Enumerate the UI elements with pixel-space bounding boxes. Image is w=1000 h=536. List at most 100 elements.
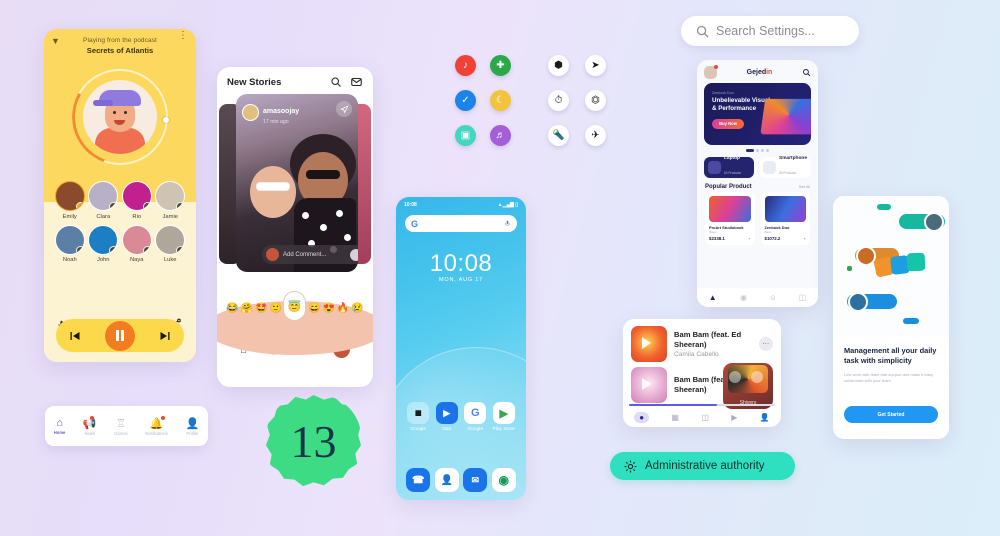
shop-app-card[interactable]: Gejedin Zenbook Duo Unbelievable Visual … (697, 60, 818, 307)
nav-item-news[interactable]: 📢 News (83, 415, 97, 436)
category-smartphone[interactable]: Smartphone 24 Products (759, 156, 811, 178)
music-player-card[interactable]: Bam Bam (feat. Ed Sheeran) Camila Cabell… (623, 319, 781, 427)
progress-knob[interactable] (163, 117, 169, 123)
play-icon[interactable] (642, 337, 651, 349)
story-carousel[interactable]: amasoojay 17 min ago Add Comment... (219, 94, 371, 279)
reaction-item[interactable]: 😄 (308, 303, 320, 314)
participant-item[interactable]: Naya (121, 224, 153, 263)
flashlight-icon[interactable]: 🔦 (548, 125, 569, 146)
grid-icon[interactable]: ▦ (671, 413, 679, 422)
reaction-item[interactable]: 🤩 (255, 303, 267, 314)
track-artist: Camila Cabello (674, 351, 719, 359)
next-icon[interactable] (751, 371, 763, 383)
next-icon[interactable] (158, 330, 172, 342)
reaction-selected[interactable]: 😇 (283, 291, 306, 321)
play-icon[interactable]: ▶ (731, 413, 737, 422)
pause-icon[interactable] (729, 371, 741, 383)
search-icon[interactable] (802, 68, 811, 77)
reaction-item[interactable]: 🙂 (270, 303, 282, 314)
camera-icon[interactable] (350, 248, 358, 261)
pause-icon[interactable] (104, 320, 135, 351)
dock-item[interactable]: ◉ (490, 468, 519, 492)
podcast-progress-ring[interactable] (72, 69, 169, 165)
podcast-player-card[interactable]: ▼ ⋮ Playing from the podcast Secrets of … (44, 29, 196, 362)
participant-item[interactable]: Jamie (155, 181, 187, 220)
nav-item-profile[interactable]: 👤 Profile (185, 417, 199, 436)
mail-icon[interactable] (350, 76, 363, 88)
chevron-down-icon[interactable]: ▼ (51, 36, 60, 46)
participant-item[interactable]: Noah (54, 224, 86, 263)
nav-item-games[interactable]: ♖ Games (114, 417, 128, 436)
dock-item[interactable]: 👤 (433, 468, 462, 492)
wallet-icon[interactable]: ◫ (799, 293, 807, 302)
task-onboarding-card[interactable]: Management all your daily task with simp… (833, 196, 949, 439)
play-icon[interactable] (642, 378, 651, 390)
home-icon[interactable]: ● (634, 412, 650, 423)
location-icon[interactable]: ➤ (585, 55, 606, 76)
android-home-screen[interactable]: 10:08 ▲▁▄▇ ▯ G 10:08 MON, AUG 17 ▦ Google… (396, 197, 526, 500)
game-controller-icon[interactable]: ✚ (490, 55, 511, 76)
participant-item[interactable]: Rio (121, 181, 153, 220)
google-search-bar[interactable]: G (405, 215, 517, 232)
crop-icon[interactable]: ⏣ (585, 90, 606, 111)
mini-player[interactable]: Shivers (723, 363, 773, 409)
search-settings-bar[interactable]: Search Settings... (681, 16, 859, 46)
dock-item[interactable]: ✉ (461, 468, 490, 492)
microphone-icon[interactable] (504, 219, 511, 228)
reaction-item[interactable]: 😍 (322, 303, 334, 314)
nav-item-notifications[interactable]: 🔔 Notifications (145, 415, 168, 436)
media-icon[interactable]: ♬ (490, 125, 511, 146)
explore-icon[interactable]: ◉ (740, 293, 747, 302)
participant-item[interactable]: Clara (88, 181, 120, 220)
participant-item[interactable]: Emily (54, 181, 86, 220)
search-icon[interactable] (330, 76, 342, 88)
participant-item[interactable]: John (88, 224, 120, 263)
moon-icon[interactable]: ☾ (490, 90, 511, 111)
previous-icon[interactable] (68, 330, 82, 342)
music-note-icon[interactable]: ♪ (455, 55, 476, 76)
app-item[interactable]: ▶ Duo (433, 402, 462, 432)
calculator-icon[interactable]: ▣ (455, 125, 476, 146)
category-laptop[interactable]: Laptop 60 Products (704, 156, 754, 178)
bluetooth-icon[interactable]: ⬢ (548, 55, 569, 76)
airplane-icon[interactable]: ✈ (585, 125, 606, 146)
home-icon[interactable]: ▲ (709, 293, 717, 302)
see-all-link[interactable]: See All (799, 185, 810, 189)
reaction-item[interactable]: 🤗 (241, 303, 253, 314)
story-active[interactable]: amasoojay 17 min ago Add Comment... (236, 94, 358, 272)
send-icon[interactable] (336, 101, 352, 117)
progress-bar[interactable] (629, 404, 775, 406)
product-card[interactable]: ProArt Studiobook Asus $2338.1 + (705, 192, 755, 245)
track-row[interactable]: Bam Bam (feat. Ed Sheeran) Camila Cabell… (623, 319, 781, 362)
promo-banner[interactable]: Zenbook Duo Unbelievable Visual & Perfor… (704, 83, 811, 145)
add-to-cart-button[interactable]: + (804, 236, 806, 241)
add-to-cart-button[interactable]: + (748, 236, 750, 241)
clock-date: MON, AUG 17 (439, 277, 483, 283)
product-card[interactable]: Zenbook Duo Asus $1072.2 + (760, 192, 810, 245)
profile-avatar[interactable] (704, 65, 718, 79)
timer-icon[interactable]: ⏱ (548, 90, 569, 111)
comment-bar[interactable]: Add Comment... (262, 245, 358, 264)
participant-item[interactable]: Luke (155, 224, 187, 263)
reaction-item[interactable]: 🔥 (337, 303, 349, 314)
dock-item[interactable]: ☎ (404, 468, 433, 492)
app-item[interactable]: G Google (461, 402, 490, 432)
reaction-item[interactable]: 😢 (351, 303, 363, 314)
administrative-authority-pill[interactable]: Administrative authority (610, 452, 795, 480)
more-horizontal-icon[interactable]: ⋯ (759, 337, 773, 351)
get-started-button[interactable]: Get Started (844, 406, 938, 423)
reaction-bar[interactable]: 😂 🤗 🤩 🙂 😄 😍 🔥 😢 😇 (217, 285, 373, 355)
bag-icon[interactable]: ⍝ (770, 293, 775, 303)
reaction-item[interactable]: 😂 (226, 303, 238, 314)
buy-now-button[interactable]: Buy Now (712, 118, 744, 129)
more-vertical-icon[interactable]: ⋮ (178, 31, 188, 41)
app-item[interactable]: ▶ Play Store (490, 402, 519, 432)
library-icon[interactable]: ◫ (701, 413, 709, 422)
app-item[interactable]: ▦ Google (404, 402, 433, 432)
clock-widget[interactable]: 10:08 MON, AUG 17 (396, 250, 526, 283)
profile-icon[interactable]: 👤 (760, 413, 770, 422)
stories-card[interactable]: New Stories amasoojay 17 min ago Add Com… (217, 67, 373, 387)
story-author[interactable]: amasoojay 17 min ago (242, 100, 299, 125)
nav-item-home[interactable]: ⌂ Home (54, 417, 66, 435)
check-icon[interactable]: ✓ (455, 90, 476, 111)
